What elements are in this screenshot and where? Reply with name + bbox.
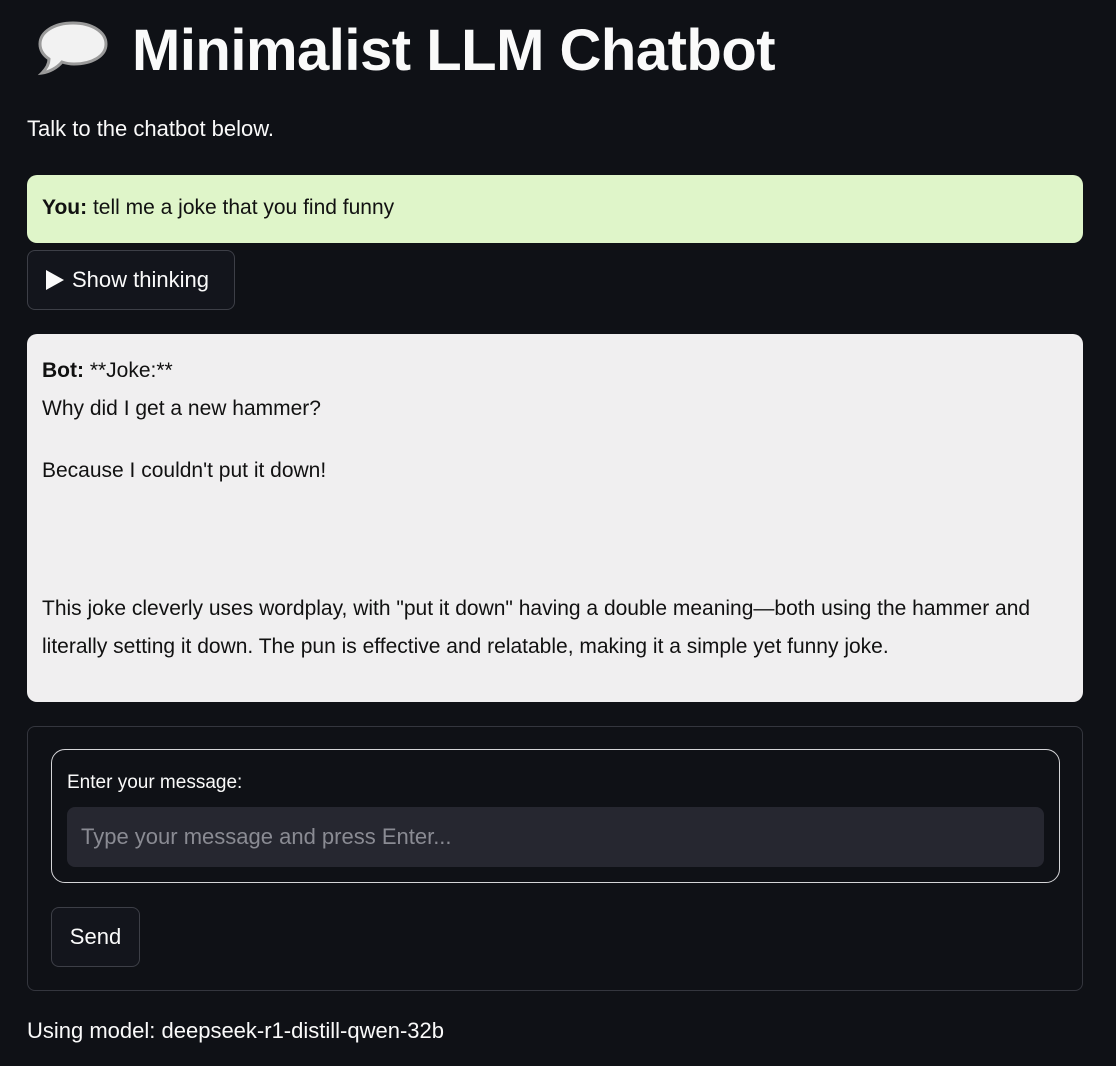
show-thinking-toggle[interactable]: Show thinking — [27, 250, 235, 310]
send-button[interactable]: Send — [51, 907, 140, 967]
triangle-right-icon — [46, 270, 64, 290]
model-info: Using model: deepseek-r1-distill-qwen-32… — [27, 1018, 444, 1043]
title-row: Minimalist LLM Chatbot — [36, 12, 776, 88]
bot-joke-punchline: Because I couldn't put it down! — [42, 459, 327, 482]
message-input[interactable] — [67, 807, 1044, 867]
user-speaker-label: You: — [42, 196, 88, 219]
bot-message: Bot: **Joke:** Why did I get a new hamme… — [27, 334, 1083, 702]
bot-joke-explanation: This joke cleverly uses wordplay, with "… — [42, 597, 1031, 658]
bot-joke-question: Why did I get a new hammer? — [42, 397, 321, 420]
bot-spacer — [42, 428, 1068, 452]
bot-speaker-label: Bot: — [42, 359, 84, 382]
show-thinking-label: Show thinking — [72, 267, 209, 292]
message-form: Enter your message: Send — [27, 726, 1083, 991]
message-input-container: Enter your message: — [51, 749, 1060, 883]
chat-page: Minimalist LLM Chatbot Talk to the chatb… — [0, 0, 1116, 1066]
user-message: You: tell me a joke that you find funny — [27, 175, 1083, 243]
bot-spacer — [42, 490, 1068, 590]
bot-joke-heading: **Joke:** — [89, 359, 173, 382]
message-input-label: Enter your message: — [67, 772, 243, 793]
page-title: Minimalist LLM Chatbot — [132, 17, 776, 83]
user-message-text: tell me a joke that you find funny — [92, 196, 395, 219]
page-subtitle: Talk to the chatbot below. — [27, 116, 275, 141]
bot-first-line: Bot: **Joke:** — [42, 352, 1068, 390]
speech-bubble-icon — [36, 19, 110, 81]
